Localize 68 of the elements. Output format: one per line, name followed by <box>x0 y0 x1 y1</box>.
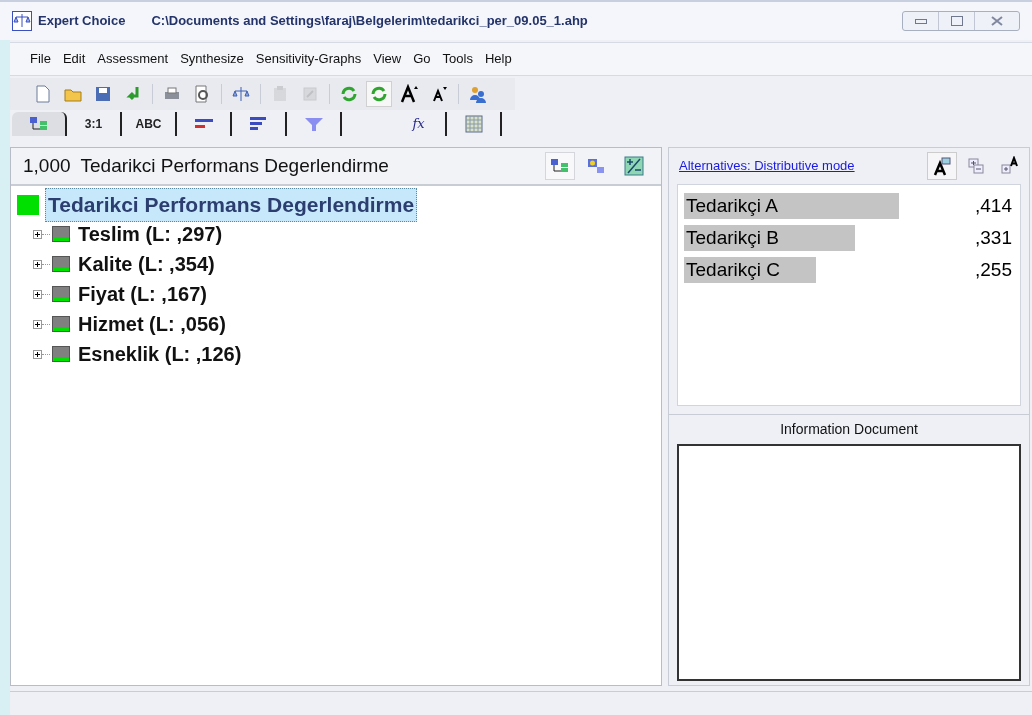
goal-node[interactable]: Tedarikci Performans Degerlendirme <box>45 188 418 222</box>
alternative-bar: Tedarikçi A <box>684 193 899 219</box>
information-document[interactable] <box>677 444 1021 681</box>
alternative-bar: Tedarikçi C <box>684 257 817 283</box>
tab[interactable] <box>12 112 67 136</box>
alternative-bar: Tedarikçi B <box>684 225 856 251</box>
menu-item[interactable]: Sensitivity-Graphs <box>249 49 368 69</box>
goal-title: Tedarikci Performans Degerlendirme <box>80 153 389 178</box>
menu-item[interactable]: Help <box>478 49 518 69</box>
goal-priority: 1,000 <box>23 153 71 178</box>
alternative-priority: ,255 <box>975 257 1013 282</box>
node-icon <box>52 316 70 332</box>
scale-icon <box>12 11 32 31</box>
node-icon <box>52 226 70 242</box>
hierarchy-view-button[interactable] <box>545 152 575 180</box>
tree-node[interactable]: Kalite (L: ,354) <box>78 249 215 279</box>
plus-minus-icon <box>967 157 985 175</box>
expand-button[interactable] <box>33 259 42 269</box>
app-title: Expert Choice <box>38 12 126 31</box>
font-increase-icon <box>399 84 419 104</box>
expand-button[interactable] <box>33 349 42 359</box>
distributive-mode-link[interactable]: Alternatives: Distributive mode <box>679 156 855 176</box>
menu-item[interactable]: Edit <box>56 49 92 69</box>
expand-button[interactable] <box>33 229 42 239</box>
plus-minus-icon <box>624 156 644 176</box>
tab[interactable]: ABC <box>122 112 177 136</box>
tab[interactable]: fx <box>392 112 447 136</box>
tree-node[interactable]: Esneklik (L: ,126) <box>78 339 242 369</box>
node-icon <box>52 346 70 362</box>
tree-node[interactable]: Hizmet (L: ,056) <box>78 309 226 339</box>
add-letter-icon <box>1000 156 1020 176</box>
close-icon <box>991 16 1003 26</box>
plus-icon <box>34 230 41 238</box>
tree-node[interactable]: Teslim (L: ,297) <box>78 219 223 249</box>
scale-icon <box>231 84 251 104</box>
menu-item[interactable]: Tools <box>436 49 479 69</box>
alternatives-button[interactable] <box>927 152 957 180</box>
file-path: C:\Documents and Settings\faraj\Belgelerim\tedarikci_per_09.05_1.ahp <box>151 12 588 31</box>
edit-icon <box>300 84 320 104</box>
grid-icon <box>462 115 485 133</box>
plus-icon <box>34 260 41 268</box>
new-document-icon <box>33 84 53 104</box>
expand-button[interactable] <box>33 319 42 329</box>
alternative-priority: ,414 <box>975 193 1013 218</box>
plus-icon <box>34 320 41 328</box>
refresh-icon <box>339 84 359 104</box>
plus-icon <box>34 350 41 358</box>
menu-item[interactable]: Assessment <box>91 49 175 69</box>
tree-node[interactable]: Fiyat (L: ,167) <box>78 279 207 309</box>
goal-icon <box>17 195 39 215</box>
node-icon <box>52 286 70 302</box>
letter-a-icon <box>933 156 951 176</box>
refresh-icon <box>369 84 389 104</box>
tab[interactable]: 3:1 <box>67 112 122 136</box>
info-document-title: Information Document <box>779 420 919 439</box>
menu-item[interactable]: View <box>367 49 408 69</box>
nodes-icon <box>586 157 606 175</box>
expand-button[interactable] <box>33 289 42 299</box>
node-icon <box>52 256 70 272</box>
hierarchy-icon <box>549 157 571 175</box>
menu-item[interactable]: Synthesize <box>174 49 250 69</box>
save-icon <box>93 84 113 104</box>
menu-item[interactable]: File <box>24 49 57 69</box>
users-icon <box>468 84 488 104</box>
hierarchy-icon <box>27 115 50 133</box>
menu-item[interactable]: Go <box>407 49 437 69</box>
plus-icon <box>34 290 41 298</box>
alternative-priority: ,331 <box>975 225 1013 250</box>
